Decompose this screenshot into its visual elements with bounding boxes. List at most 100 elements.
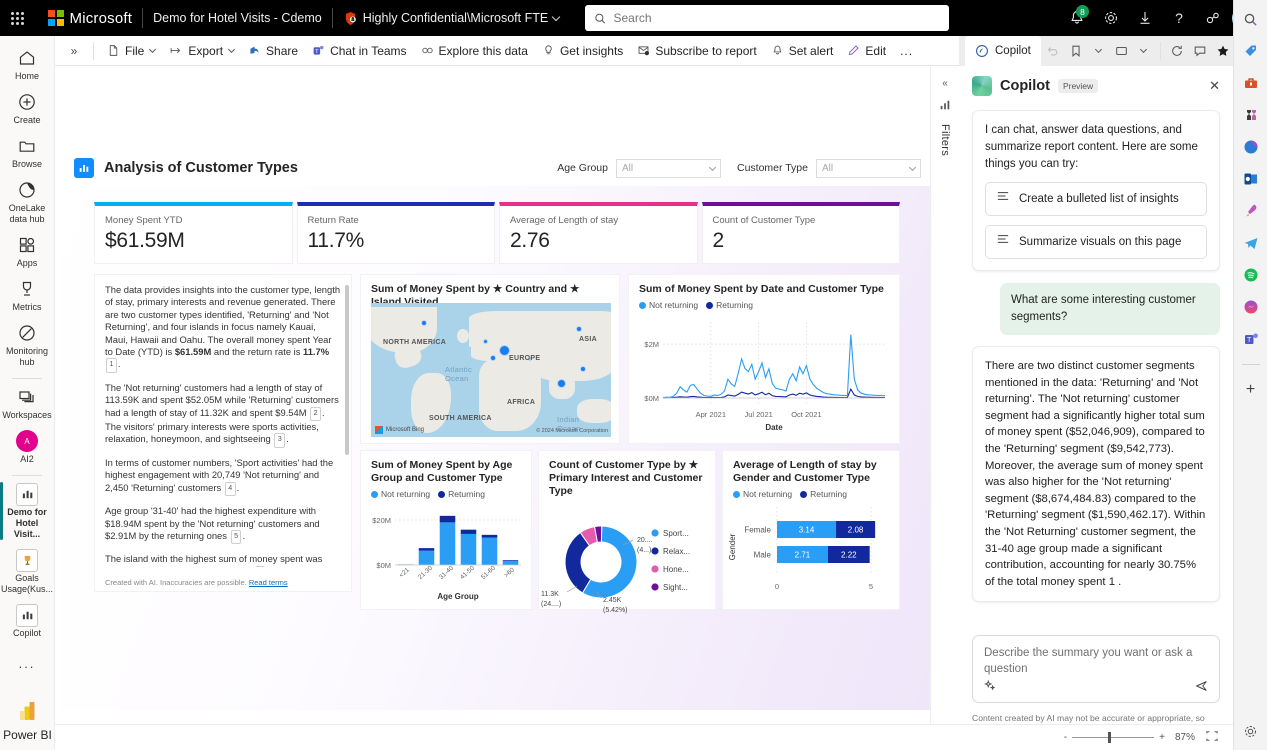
tag-icon[interactable] bbox=[1240, 40, 1262, 62]
sidebar-item-goals-usage[interactable]: Goals Usage(Kus... bbox=[0, 544, 54, 599]
legend-item[interactable]: Not returning bbox=[371, 489, 430, 499]
sidebar-item-home[interactable]: Home bbox=[0, 42, 54, 86]
sparkle-icon[interactable] bbox=[983, 679, 997, 696]
messenger-icon[interactable] bbox=[1240, 296, 1262, 318]
bookmark-caret-icon[interactable] bbox=[1088, 40, 1109, 62]
more-options-button[interactable]: ... bbox=[893, 41, 920, 61]
line-chart-plot[interactable]: $0M $2M Apr 2021 Jul 2021 Oct 2021 Date bbox=[629, 310, 891, 435]
sidebar-item-create[interactable]: Create bbox=[0, 86, 54, 130]
read-terms-link[interactable]: Read terms bbox=[249, 578, 288, 587]
sidebar-item-browse[interactable]: Browse bbox=[0, 130, 54, 174]
settings-gear-icon[interactable] bbox=[1096, 3, 1126, 33]
map-canvas[interactable]: NORTH AMERICA EUROPE ASIA AFRICA SOUTH A… bbox=[371, 303, 611, 437]
power-bi-footer[interactable]: Power BI bbox=[0, 700, 54, 742]
suggestion-create-bulleted-list[interactable]: Create a bulleted list of insights bbox=[985, 182, 1207, 216]
app-launcher-icon[interactable] bbox=[0, 11, 34, 25]
download-icon[interactable] bbox=[1130, 3, 1160, 33]
narrative-reference[interactable]: 3 bbox=[274, 433, 286, 448]
export-button[interactable]: Export bbox=[162, 41, 241, 61]
donut-chart-visual[interactable]: Count of Customer Type by ★ Primary Inte… bbox=[538, 450, 716, 614]
sidebar-item-workspaces[interactable]: Workspaces bbox=[0, 381, 54, 425]
narrative-reference[interactable]: 5 bbox=[230, 529, 242, 545]
legend-item[interactable]: Returning bbox=[438, 489, 485, 499]
toolbox-icon[interactable] bbox=[1240, 72, 1262, 94]
narrative-reference[interactable]: 6 bbox=[254, 565, 266, 567]
bar-chart-plot[interactable]: $0M $20M <21 21-30 31-40 41-50 51-60 >60 Age Gro… bbox=[361, 499, 529, 609]
onedrive-icon[interactable] bbox=[1240, 136, 1262, 158]
zoom-out-button[interactable]: - bbox=[1064, 732, 1067, 743]
help-question-icon[interactable]: ? bbox=[1164, 3, 1194, 33]
get-insights-button[interactable]: Get insights bbox=[535, 41, 630, 61]
gender-chart-plot[interactable]: 0 5 3.14 2.08 Female 2.71 2.22 Male Gender bbox=[723, 499, 897, 609]
set-alert-button[interactable]: Set alert bbox=[764, 41, 841, 61]
comment-icon[interactable] bbox=[1190, 40, 1211, 62]
tab-copilot[interactable]: Copilot bbox=[965, 36, 1041, 66]
kpi-card-return-rate[interactable]: Return Rate 11.7% bbox=[296, 202, 495, 264]
zoom-in-button[interactable]: + bbox=[1159, 732, 1165, 743]
search-input[interactable] bbox=[613, 11, 941, 25]
view-icon[interactable] bbox=[1111, 40, 1132, 62]
double-chevron-left-icon[interactable]: « bbox=[942, 78, 948, 89]
file-button[interactable]: File bbox=[100, 41, 162, 61]
kpi-card-count-of-customer-type[interactable]: Count of Customer Type 2 bbox=[701, 202, 900, 264]
sensitivity-label-button[interactable]: Highly Confidential\Microsoft FTE bbox=[343, 11, 561, 26]
legend-item[interactable]: Returning bbox=[800, 489, 847, 499]
fit-to-page-icon[interactable] bbox=[1205, 730, 1219, 745]
sidebar-item-metrics[interactable]: Metrics bbox=[0, 273, 54, 317]
kpi-card-money-spent-ytd[interactable]: Money Spent YTD $61.59M bbox=[94, 202, 293, 264]
sidebar-item-onelake-data-hub[interactable]: OneLake data hub bbox=[0, 174, 54, 229]
sidebar-item-apps[interactable]: Apps bbox=[0, 229, 54, 273]
chess-icon[interactable] bbox=[1240, 104, 1262, 126]
subscribe-to-report-button[interactable]: Subscribe to report bbox=[630, 41, 763, 61]
legend-item[interactable]: Not returning bbox=[733, 489, 792, 499]
line-chart-visual[interactable]: Sum of Money Spent by Date and Customer … bbox=[628, 274, 900, 444]
sidebar-more-button[interactable]: ... bbox=[0, 651, 54, 675]
expand-nav-icon[interactable]: » bbox=[61, 38, 87, 64]
undo-icon[interactable] bbox=[1043, 40, 1064, 62]
explore-this-data-button[interactable]: Explore this data bbox=[414, 41, 535, 61]
slicer-dropdown-customer-type[interactable]: All bbox=[816, 158, 921, 178]
microsoft-logo[interactable]: Microsoft bbox=[48, 10, 132, 27]
share-button[interactable]: Share bbox=[241, 41, 305, 61]
donut-chart-plot[interactable]: 20.... (4...) 11.3K (24....) 2.45K (5.42%) Spo… bbox=[539, 500, 713, 630]
bookmark-icon[interactable] bbox=[1065, 40, 1086, 62]
send-icon[interactable] bbox=[1194, 679, 1209, 696]
narrative-reference[interactable]: 1 bbox=[106, 358, 117, 373]
filter-bars-icon[interactable] bbox=[939, 99, 951, 114]
paint-icon[interactable] bbox=[1240, 200, 1262, 222]
outlook-icon[interactable] bbox=[1240, 168, 1262, 190]
zoom-thumb[interactable] bbox=[1108, 732, 1112, 743]
sidebar-item-ai2[interactable]: A AI2 bbox=[0, 425, 54, 469]
legend-item[interactable]: Not returning bbox=[639, 300, 698, 310]
sidebar-item-demo-for-hotel-visits[interactable]: Demo for Hotel Visit... bbox=[0, 478, 54, 544]
refresh-icon[interactable] bbox=[1167, 40, 1188, 62]
chat-in-teams-button[interactable]: T Chat in Teams bbox=[305, 41, 413, 61]
narrative-scrollbar[interactable] bbox=[345, 285, 349, 455]
sidebar-item-copilot-report[interactable]: Copilot bbox=[0, 599, 54, 643]
notifications-bell-icon[interactable]: 8 bbox=[1062, 3, 1092, 33]
add-app-icon[interactable]: + bbox=[1240, 379, 1262, 401]
spotify-icon[interactable] bbox=[1240, 264, 1262, 286]
legend-item[interactable]: Returning bbox=[706, 300, 753, 310]
close-icon[interactable]: ✕ bbox=[1209, 78, 1220, 94]
favorite-star-icon[interactable] bbox=[1212, 40, 1233, 62]
report-name-label[interactable]: Demo for Hotel Visits - Cdemo bbox=[153, 11, 322, 25]
search-icon[interactable] bbox=[1240, 8, 1262, 30]
copilot-prompt-input[interactable]: Describe the summary you want or ask a q… bbox=[972, 635, 1220, 703]
settings-gear-icon[interactable] bbox=[1240, 720, 1262, 742]
sidebar-item-monitoring-hub[interactable]: Monitoring hub bbox=[0, 317, 54, 372]
suggestion-summarize-visuals[interactable]: Summarize visuals on this page bbox=[985, 225, 1207, 259]
gender-stacked-bar-visual[interactable]: Average of Length of stay by Gender and … bbox=[722, 450, 900, 610]
view-caret-icon[interactable] bbox=[1133, 40, 1154, 62]
slicer-dropdown-age-group[interactable]: All bbox=[615, 158, 721, 178]
bar-chart-visual[interactable]: Sum of Money Spent by Age Group and Cust… bbox=[360, 450, 532, 610]
telegram-icon[interactable] bbox=[1240, 232, 1262, 254]
global-search-box[interactable] bbox=[585, 5, 950, 31]
teams-icon[interactable]: T bbox=[1240, 328, 1262, 350]
zoom-slider[interactable]: - + bbox=[1064, 732, 1165, 743]
map-visual[interactable]: Sum of Money Spent by ★ Country and ★ Is… bbox=[360, 274, 620, 444]
smart-narrative-visual[interactable]: The data provides insights into the cust… bbox=[94, 274, 352, 592]
zoom-track[interactable] bbox=[1072, 732, 1155, 743]
edit-button[interactable]: Edit bbox=[840, 41, 893, 61]
narrative-reference[interactable]: 2 bbox=[310, 406, 322, 422]
